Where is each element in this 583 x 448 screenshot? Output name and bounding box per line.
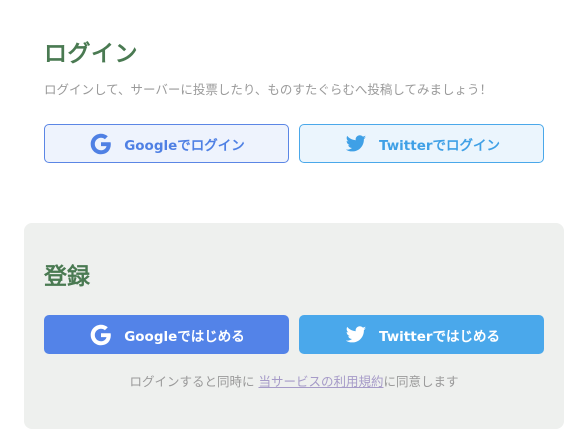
google-login-button[interactable]: Googleでログイン (44, 124, 289, 163)
twitter-register-label: Twitterではじめる (378, 328, 501, 345)
google-g-icon (88, 322, 114, 348)
google-register-button[interactable]: Googleではじめる (44, 315, 289, 354)
consent-suffix: に同意します (383, 374, 459, 389)
register-title: 登録 (44, 264, 90, 290)
login-title: ログイン (44, 41, 138, 67)
twitter-login-button[interactable]: Twitterでログイン (299, 124, 544, 163)
twitter-bird-icon (343, 131, 369, 157)
twitter-register-button[interactable]: Twitterではじめる (299, 315, 544, 354)
google-login-label: Googleでログイン (124, 137, 245, 154)
consent-prefix: ログインすると同時に (129, 374, 255, 389)
terms-link[interactable]: 当サービスの利用規約 (258, 374, 383, 389)
terms-consent-text: ログインすると同時に 当サービスの利用規約に同意します (44, 371, 544, 390)
login-description: ログインして、サーバーに投票したり、ものすたぐらむへ投稿してみましょう！ (44, 82, 493, 97)
twitter-login-label: Twitterでログイン (378, 137, 501, 154)
google-g-icon (88, 131, 114, 157)
twitter-bird-icon (343, 322, 369, 348)
google-register-label: Googleではじめる (124, 328, 245, 345)
